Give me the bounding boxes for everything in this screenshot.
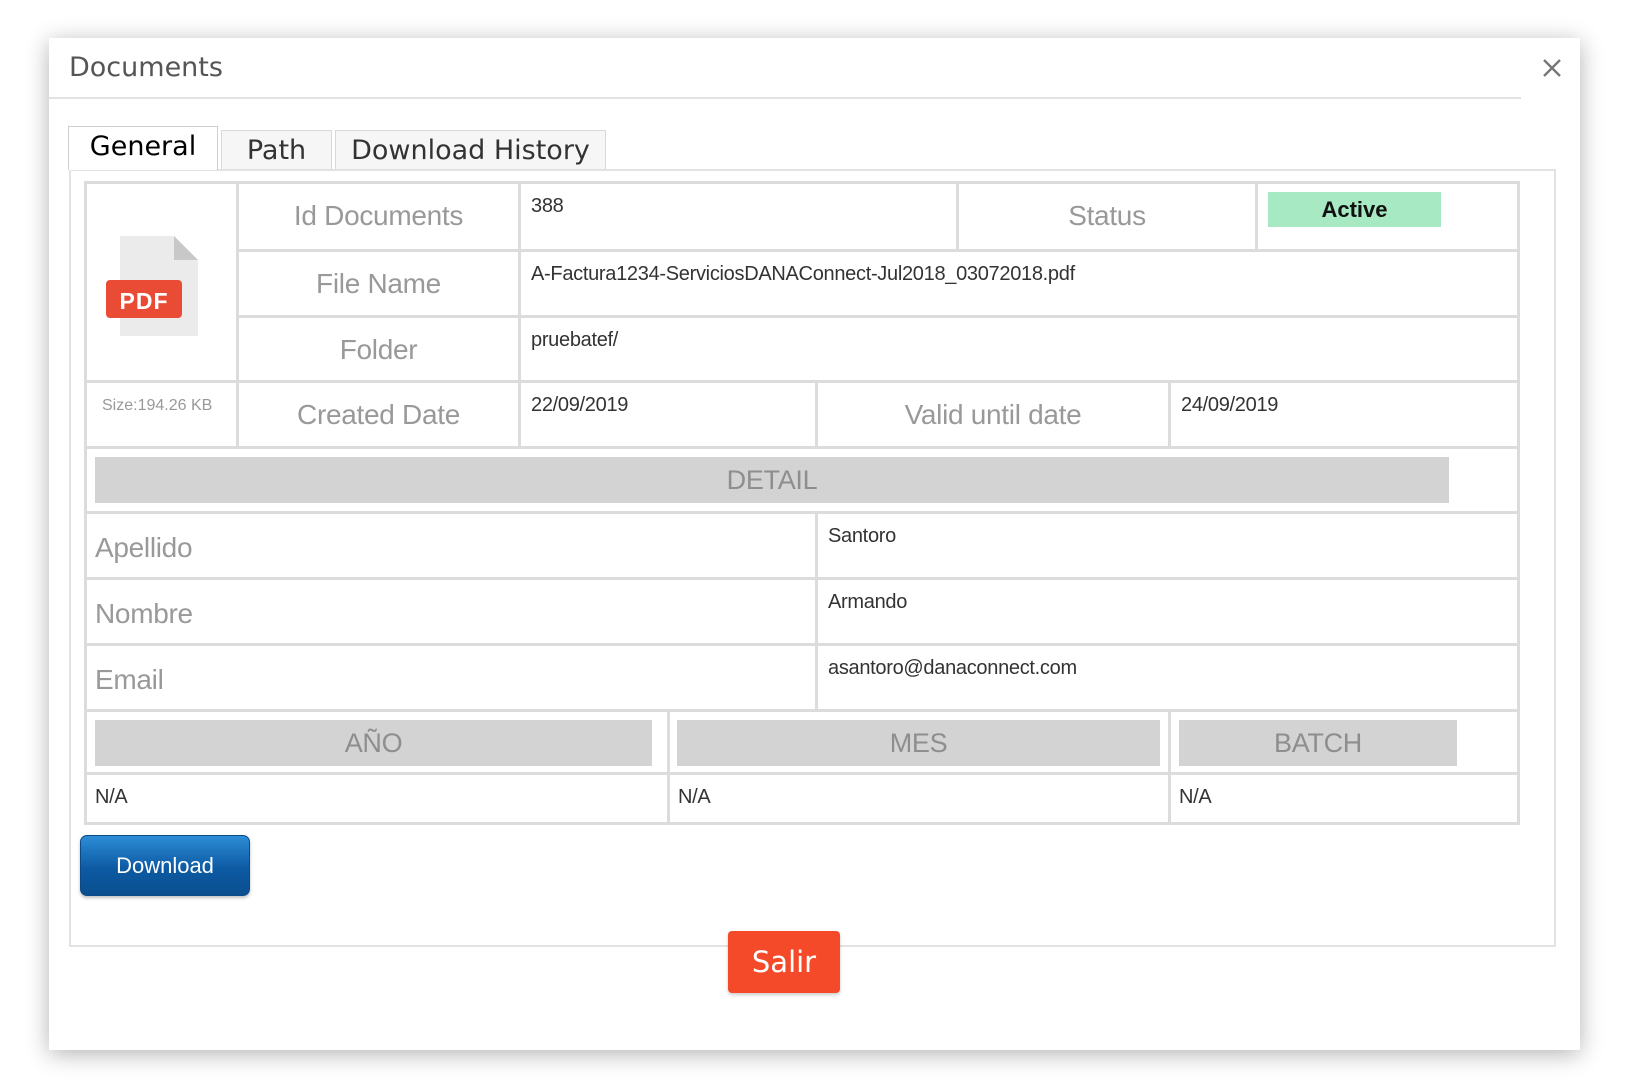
folder-value: pruebatef/ xyxy=(518,315,1517,380)
mes-header-cell: MES xyxy=(667,709,1168,772)
apellido-value: Santoro xyxy=(815,511,1517,577)
mes-value: N/A xyxy=(667,772,1168,822)
ano-header: AÑO xyxy=(95,720,652,766)
general-tab-panel: PDF Id Documents 388 Status Active File … xyxy=(69,169,1556,947)
dialog-title: Documents xyxy=(69,52,223,83)
apellido-label: Apellido xyxy=(87,511,815,577)
valid-until-label: Valid until date xyxy=(815,380,1168,446)
detail-header: DETAIL xyxy=(95,457,1449,503)
tab-download-history[interactable]: Download History xyxy=(335,130,606,170)
close-icon[interactable] xyxy=(1538,54,1566,82)
nombre-label: Nombre xyxy=(87,577,815,643)
id-documents-label: Id Documents xyxy=(236,184,518,249)
document-details-table: PDF Id Documents 388 Status Active File … xyxy=(84,181,1520,825)
pdf-file-icon: PDF xyxy=(104,232,200,347)
detail-header-row: DETAIL xyxy=(87,446,1517,511)
id-documents-value: 388 xyxy=(518,184,956,249)
batch-value: N/A xyxy=(1168,772,1517,822)
folder-label: Folder xyxy=(236,315,518,380)
email-label: Email xyxy=(87,643,815,709)
status-cell: Active xyxy=(1255,184,1517,249)
exit-button[interactable]: Salir xyxy=(728,931,840,993)
dialog-header: Documents xyxy=(49,38,1521,99)
pdf-icon-label: PDF xyxy=(119,288,169,314)
tab-path[interactable]: Path xyxy=(221,130,332,170)
nombre-value: Armando xyxy=(815,577,1517,643)
ano-header-cell: AÑO xyxy=(87,709,667,772)
file-size: Size:194.26 KB xyxy=(87,380,236,446)
file-icon-cell: PDF xyxy=(87,184,236,380)
file-name-value: A-Factura1234-ServiciosDANAConnect-Jul20… xyxy=(518,249,1517,315)
valid-until-value: 24/09/2019 xyxy=(1168,380,1517,446)
batch-header: BATCH xyxy=(1179,720,1457,766)
mes-header: MES xyxy=(677,720,1160,766)
file-name-label: File Name xyxy=(236,249,518,315)
ano-value: N/A xyxy=(87,772,667,822)
documents-dialog: Documents General Path Download History … xyxy=(49,38,1580,1050)
status-label: Status xyxy=(956,184,1255,249)
tab-general[interactable]: General xyxy=(68,126,218,170)
created-date-label: Created Date xyxy=(236,380,518,446)
batch-header-cell: BATCH xyxy=(1168,709,1517,772)
status-badge: Active xyxy=(1268,192,1441,227)
download-button[interactable]: Download xyxy=(80,835,250,896)
email-value: asantoro@danaconnect.com xyxy=(815,643,1517,709)
created-date-value: 22/09/2019 xyxy=(518,380,815,446)
